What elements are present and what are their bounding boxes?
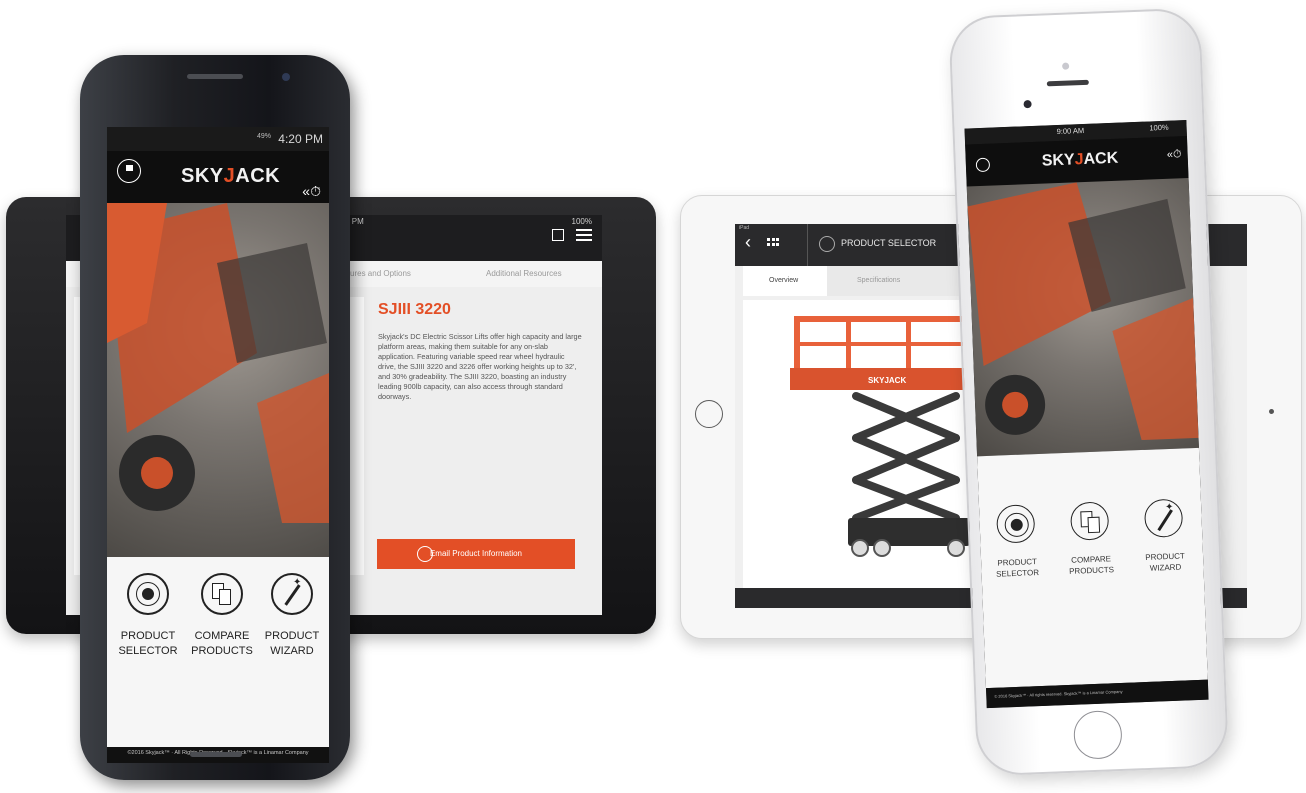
skyjack-logo: SKYJACK <box>181 165 281 187</box>
android-header: SKYJACK «⏱ <box>107 151 329 203</box>
copy-icon[interactable] <box>552 229 564 241</box>
product-selector-label: PRODUCT SELECTOR <box>118 630 178 657</box>
magic-wand-icon <box>1143 498 1184 538</box>
ipad-camera <box>1269 409 1274 414</box>
iphone-battery: 100% <box>1149 122 1169 133</box>
iphone-time: 9:00 AM <box>1056 125 1085 137</box>
android-phone: 49% 4:20 PM SKYJACK «⏱ PRODUCTSELECTOR <box>80 55 350 780</box>
speed-toggle-icon[interactable]: «⏱ <box>302 183 321 200</box>
device-label: iPad <box>739 225 750 231</box>
compare-icon <box>201 573 243 615</box>
iphone-copyright: © 2016 Skyjack™ · All rights reserved. S… <box>994 688 1123 699</box>
compare-products-label: COMPARE PRODUCTS <box>191 630 253 657</box>
product-selector-button[interactable]: PRODUCT SELECTOR <box>985 504 1048 580</box>
header-title: PRODUCT SELECTOR <box>841 238 937 248</box>
mail-icon <box>417 546 433 562</box>
topbar-divider <box>807 224 808 266</box>
skyjack-logo: SKYJACK <box>1041 149 1119 170</box>
iphone: 9:00 AM 100% SKYJACK «⏱ PRODUCT SELECTOR… <box>948 7 1230 777</box>
hamburger-menu-icon[interactable] <box>576 229 592 241</box>
target-icon <box>127 573 169 615</box>
hero-equipment-image <box>966 178 1199 457</box>
iphone-home-button[interactable] <box>1072 710 1123 760</box>
iphone-sensor <box>1062 62 1070 70</box>
android-camera <box>282 73 290 81</box>
compare-icon <box>1069 501 1110 541</box>
tablet-right-tabrow: Overview Specifications <box>743 266 983 296</box>
product-wizard-button[interactable]: PRODUCTWIZARD <box>1133 498 1196 574</box>
tablet-left-status-battery: 100% <box>571 217 592 226</box>
ipad-home-button[interactable] <box>695 400 723 428</box>
iphone-speaker <box>1046 79 1089 87</box>
android-status-bar: 49% 4:20 PM <box>107 127 329 151</box>
iphone-wrapper: 9:00 AM 100% SKYJACK «⏱ PRODUCT SELECTOR… <box>948 7 1230 792</box>
grid-menu-icon[interactable] <box>767 238 781 250</box>
iphone-camera <box>1023 99 1032 109</box>
email-product-info-button[interactable]: Email Product Information <box>377 539 575 569</box>
hero-equipment-image <box>107 203 329 557</box>
android-speaker <box>187 74 243 79</box>
back-arrow-icon[interactable]: ‹ <box>745 233 751 251</box>
android-screen: 49% 4:20 PM SKYJACK «⏱ PRODUCTSELECTOR <box>107 127 329 763</box>
product-title: SJIII 3220 <box>378 301 451 318</box>
tab-specifications[interactable]: Specifications <box>857 277 900 284</box>
tab-overview[interactable]: Overview <box>769 277 798 284</box>
iphone-screen: 9:00 AM 100% SKYJACK «⏱ PRODUCT SELECTOR… <box>964 120 1209 709</box>
flag-icon[interactable] <box>117 159 141 183</box>
product-description: Skyjack's DC Electric Scissor Lifts offe… <box>378 332 582 401</box>
product-selector-icon <box>819 236 835 252</box>
lift-brand-label: SKYJACK <box>868 376 906 385</box>
product-selector-button[interactable]: PRODUCT SELECTOR <box>116 573 180 659</box>
speed-toggle-icon[interactable]: «⏱ <box>1167 148 1182 162</box>
android-battery: 49% <box>256 133 271 140</box>
compare-products-label: COMPARE PRODUCTS <box>1068 554 1115 576</box>
compare-products-button[interactable]: COMPARE PRODUCTS <box>190 573 254 659</box>
tab-additional-resources[interactable]: Additional Resources <box>486 269 562 278</box>
product-wizard-label: PRODUCT WIZARD <box>1145 551 1186 573</box>
android-time: 4:20 PM <box>278 132 323 146</box>
android-bottom-speaker <box>190 752 242 757</box>
product-selector-label: PRODUCT SELECTOR <box>995 557 1040 579</box>
product-wizard-button[interactable]: PRODUCTWIZARD <box>260 573 324 659</box>
magic-wand-icon <box>271 573 313 615</box>
email-button-label: Email Product Information <box>429 549 523 558</box>
flag-icon[interactable] <box>975 157 991 173</box>
scissor-lift-image: SKYJACK <box>790 316 974 557</box>
compare-products-button[interactable]: COMPARE PRODUCTS <box>1059 501 1122 577</box>
target-icon <box>995 504 1036 544</box>
product-wizard-label: PRODUCT WIZARD <box>264 630 320 657</box>
